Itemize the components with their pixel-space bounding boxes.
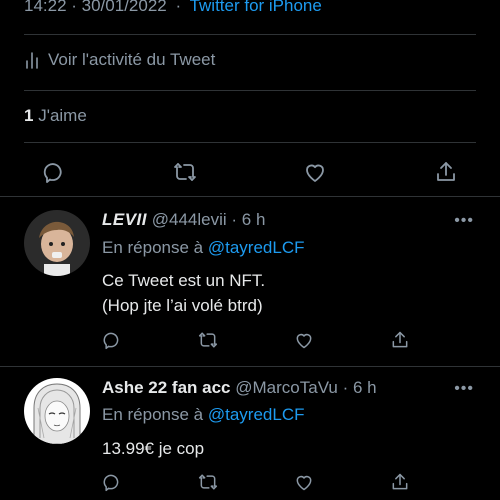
- reply-icon[interactable]: [40, 158, 68, 186]
- meta-separator: ·: [175, 0, 182, 15]
- in-reply-handle[interactable]: @tayredLCF: [208, 405, 305, 424]
- in-reply-handle[interactable]: @tayredLCF: [208, 238, 305, 257]
- reply-icon[interactable]: [98, 468, 126, 496]
- more-icon[interactable]: •••: [454, 380, 474, 398]
- reply-header: LEVII @444levii · 6 h: [102, 210, 265, 230]
- more-icon[interactable]: •••: [454, 212, 474, 230]
- like-icon[interactable]: [290, 326, 318, 354]
- like-icon[interactable]: [290, 468, 318, 496]
- activity-icon: [24, 51, 40, 69]
- share-icon[interactable]: [386, 468, 414, 496]
- reply-text: Ce Tweet est un NFT. (Hop jte l’ai volé …: [102, 268, 265, 318]
- reply-text: 13.99€ je cop: [102, 436, 204, 461]
- retweet-icon[interactable]: [194, 468, 222, 496]
- in-reply-prefix: En réponse à: [102, 238, 204, 257]
- user-handle[interactable]: @444levii: [152, 210, 227, 229]
- tweet-likes-link[interactable]: 1 J'aime: [24, 106, 87, 126]
- tweet-timestamp: 14:22 · 30/01/2022: [24, 0, 167, 15]
- divider: [0, 196, 500, 197]
- retweet-icon[interactable]: [171, 158, 199, 186]
- tweet-meta: 14:22 · 30/01/2022 · Twitter for iPhone: [24, 0, 322, 16]
- user-handle[interactable]: @MarcoTaVu: [235, 378, 338, 397]
- reply-icon[interactable]: [98, 326, 126, 354]
- share-icon[interactable]: [432, 158, 460, 186]
- divider: [24, 90, 476, 91]
- time-separator: ·: [231, 210, 238, 229]
- tweet-action-bar: [40, 158, 460, 186]
- avatar[interactable]: [24, 378, 90, 444]
- likes-count: 1: [24, 106, 34, 125]
- likes-label: J'aime: [38, 106, 87, 125]
- activity-label: Voir l'activité du Tweet: [48, 50, 216, 69]
- time-separator: ·: [342, 378, 349, 397]
- avatar[interactable]: [24, 210, 90, 276]
- display-name[interactable]: Ashe 22 fan acc: [102, 378, 231, 397]
- reply-text-line: (Hop jte l’ai volé btrd): [102, 296, 263, 315]
- in-reply-to: En réponse à @tayredLCF: [102, 405, 305, 425]
- reply-header: Ashe 22 fan acc @MarcoTaVu · 6 h: [102, 378, 377, 398]
- reply-time[interactable]: 6 h: [353, 378, 377, 397]
- reply-text-line: 13.99€ je cop: [102, 439, 205, 458]
- like-icon[interactable]: [301, 158, 329, 186]
- in-reply-to: En réponse à @tayredLCF: [102, 238, 305, 258]
- divider: [24, 142, 476, 143]
- tweet-activity-button[interactable]: Voir l'activité du Tweet: [24, 50, 215, 70]
- reply-action-bar: [98, 468, 414, 496]
- divider: [24, 34, 476, 35]
- display-name[interactable]: LEVII: [102, 210, 147, 229]
- reply-action-bar: [98, 326, 414, 354]
- reply-time[interactable]: 6 h: [242, 210, 266, 229]
- in-reply-prefix: En réponse à: [102, 405, 204, 424]
- retweet-icon[interactable]: [194, 326, 222, 354]
- reply-text-line: Ce Tweet est un NFT.: [102, 271, 266, 290]
- share-icon[interactable]: [386, 326, 414, 354]
- tweet-client-link[interactable]: Twitter for iPhone: [190, 0, 322, 15]
- divider: [0, 366, 500, 367]
